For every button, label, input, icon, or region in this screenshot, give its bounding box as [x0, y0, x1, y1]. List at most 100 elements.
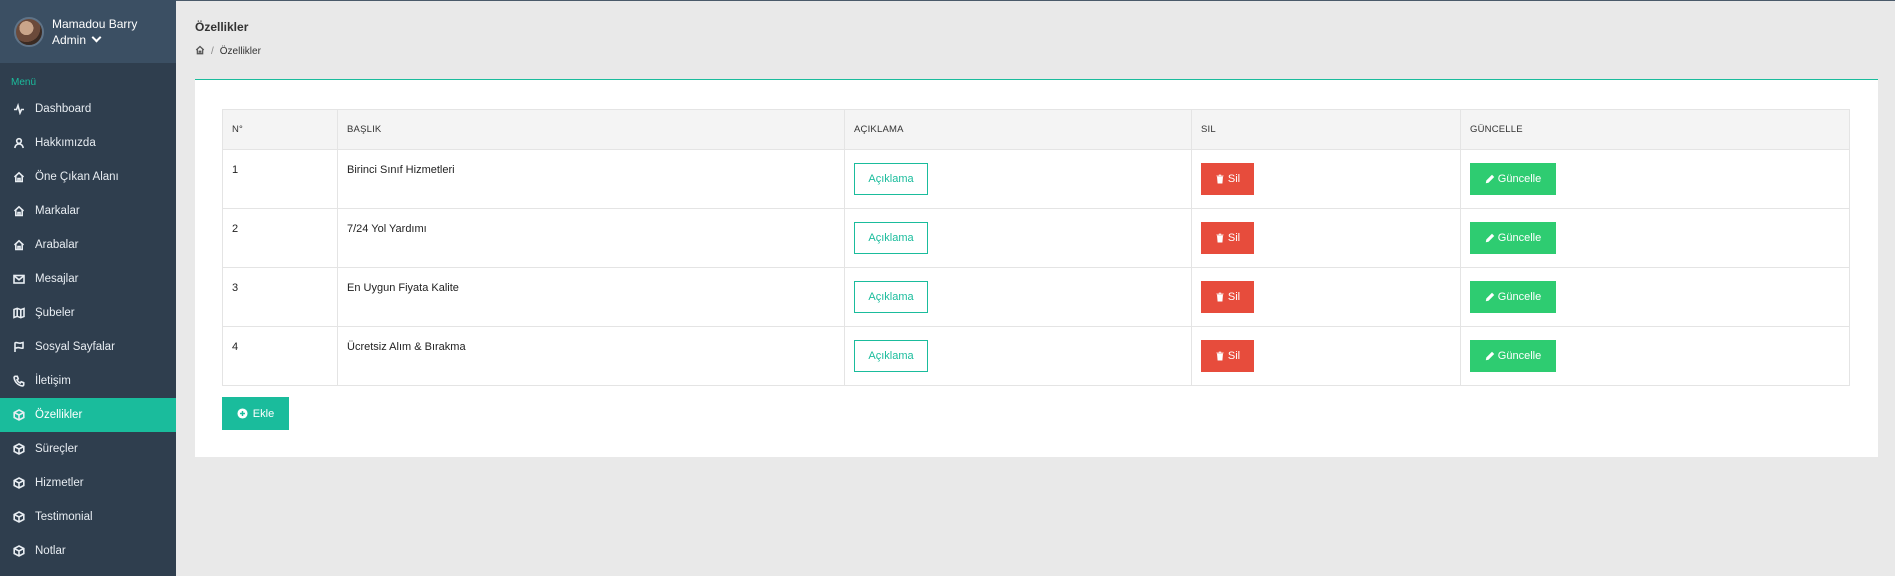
pencil-icon [1485, 174, 1494, 184]
table-row: 3 En Uygun Fiyata Kalite Açıklama Sil Güncel… [222, 267, 1850, 327]
row-number: 1 [222, 149, 338, 209]
update-button[interactable]: Güncelle [1470, 222, 1556, 254]
page-title: Özellikler [195, 20, 249, 34]
box-icon [12, 408, 26, 422]
table-header-row: N° BAŞLIK AÇIKLAMA SIL GÜNCELLE [222, 109, 1850, 150]
update-label: Güncelle [1497, 291, 1542, 303]
sidebar-menu: Dashboard Hakkımızda Öne Çıkan Alanı Markal… [0, 92, 176, 568]
update-cell: Güncelle [1460, 208, 1850, 268]
sidebar-item-label: Hakkımızda [35, 137, 96, 149]
sidebar-item-arabalar[interactable]: Arabalar [0, 228, 176, 262]
sidebar-item-ubeler[interactable]: Şubeler [0, 296, 176, 330]
description-button[interactable]: Açıklama [854, 281, 928, 313]
home-icon[interactable] [195, 45, 205, 58]
pencil-icon [1485, 292, 1494, 302]
row-title: Ücretsiz Alım & Bırakma [337, 326, 845, 386]
update-cell: Güncelle [1460, 326, 1850, 386]
add-button[interactable]: Ekle [222, 397, 289, 430]
sidebar-item-markalar[interactable]: Markalar [0, 194, 176, 228]
sidebar-item-label: Süreçler [35, 443, 78, 455]
row-number: 3 [222, 267, 338, 327]
sidebar-item-notlar[interactable]: Notlar [0, 534, 176, 568]
row-title: 7/24 Yol Yardımı [337, 208, 845, 268]
description-cell: Açıklama [844, 208, 1192, 268]
sidebar-item-s-re-ler[interactable]: Süreçler [0, 432, 176, 466]
sidebar-item-label: Öne Çıkan Alanı [35, 171, 119, 183]
sidebar-item-label: Özellikler [35, 409, 83, 421]
delete-button[interactable]: Sil [1201, 340, 1254, 372]
sidebar-item-label: Mesajlar [35, 273, 79, 285]
row-title: En Uygun Fiyata Kalite [337, 267, 845, 327]
breadcrumb-current: Özellikler [219, 46, 261, 57]
sidebar-item-testimonial[interactable]: Testimonial [0, 500, 176, 534]
delete-button[interactable]: Sil [1201, 222, 1254, 254]
user-profile[interactable]: Mamadou Barry Admin [0, 0, 176, 63]
sidebar-item-label: Arabalar [35, 239, 79, 251]
table-row: 1 Birinci Sınıf Hizmetleri Açıklama Sil Günc… [222, 149, 1850, 209]
top-border [0, 0, 1895, 1]
delete-label: Sil [1227, 350, 1241, 362]
user-role: Admin [52, 32, 87, 47]
description-cell: Açıklama [844, 267, 1192, 327]
trash-icon [1216, 351, 1224, 361]
sidebar-item-label: Dashboard [35, 103, 92, 115]
sidebar-item-sosyal-sayfalar[interactable]: Sosyal Sayfalar [0, 330, 176, 364]
sidebar-item-dashboard[interactable]: Dashboard [0, 92, 176, 126]
delete-cell: Sil [1191, 149, 1461, 209]
update-button[interactable]: Güncelle [1470, 340, 1556, 372]
row-number: 2 [222, 208, 338, 268]
sidebar-item-label: İletişim [35, 375, 71, 387]
header-title: BAŞLIK [337, 109, 845, 150]
sidebar-item-label: Testimonial [35, 511, 93, 523]
add-label: Ekle [252, 407, 275, 420]
header-update: GÜNCELLE [1460, 109, 1850, 150]
sidebar-item-zellikler[interactable]: Özellikler [0, 398, 176, 432]
breadcrumb: / Özellikler [195, 45, 261, 58]
table-row: 4 Ücretsiz Alım & Bırakma Açıklama Sil Günce… [222, 326, 1850, 386]
description-button[interactable]: Açıklama [854, 222, 928, 254]
delete-button[interactable]: Sil [1201, 281, 1254, 313]
update-button[interactable]: Güncelle [1470, 163, 1556, 195]
description-button[interactable]: Açıklama [854, 340, 928, 372]
content-card: N° BAŞLIK AÇIKLAMA SIL GÜNCELLE 1 Birinci… [195, 79, 1878, 457]
box-icon [12, 510, 26, 524]
delete-label: Sil [1227, 291, 1241, 303]
sidebar-item-i-leti-im[interactable]: İletişim [0, 364, 176, 398]
row-number: 4 [222, 326, 338, 386]
box-icon [12, 476, 26, 490]
row-title: Birinci Sınıf Hizmetleri [337, 149, 845, 209]
home-icon [12, 204, 26, 218]
delete-cell: Sil [1191, 267, 1461, 327]
table-row: 2 7/24 Yol Yardımı Açıklama Sil Güncelle [222, 208, 1850, 268]
update-cell: Güncelle [1460, 267, 1850, 327]
description-cell: Açıklama [844, 149, 1192, 209]
home-icon [12, 238, 26, 252]
sidebar-item-mesajlar[interactable]: Mesajlar [0, 262, 176, 296]
features-table: N° BAŞLIK AÇIKLAMA SIL GÜNCELLE 1 Birinci… [222, 109, 1850, 386]
sidebar-item-hakk-m-zda[interactable]: Hakkımızda [0, 126, 176, 160]
pencil-icon [1485, 233, 1494, 243]
map-icon [12, 306, 26, 320]
update-label: Güncelle [1497, 350, 1542, 362]
avatar[interactable] [14, 16, 44, 47]
delete-label: Sil [1227, 173, 1241, 185]
box-icon [12, 544, 26, 558]
sidebar-item-hizmetler[interactable]: Hizmetler [0, 466, 176, 500]
delete-button[interactable]: Sil [1201, 163, 1254, 195]
update-button[interactable]: Güncelle [1470, 281, 1556, 313]
box-icon [12, 442, 26, 456]
flag-icon [12, 340, 26, 354]
trash-icon [1216, 233, 1224, 243]
sidebar-item-ne-kan-alan[interactable]: Öne Çıkan Alanı [0, 160, 176, 194]
user-role-dropdown[interactable]: Admin [52, 32, 137, 48]
activity-icon [12, 102, 26, 116]
pencil-icon [1485, 351, 1494, 361]
header-description: AÇIKLAMA [844, 109, 1192, 150]
trash-icon [1216, 292, 1224, 302]
header-delete: SIL [1191, 109, 1461, 150]
description-cell: Açıklama [844, 326, 1192, 386]
description-button[interactable]: Açıklama [854, 163, 928, 195]
sidebar-item-label: Şubeler [35, 307, 75, 319]
trash-icon [1216, 174, 1224, 184]
sidebar-item-label: Sosyal Sayfalar [35, 341, 115, 353]
